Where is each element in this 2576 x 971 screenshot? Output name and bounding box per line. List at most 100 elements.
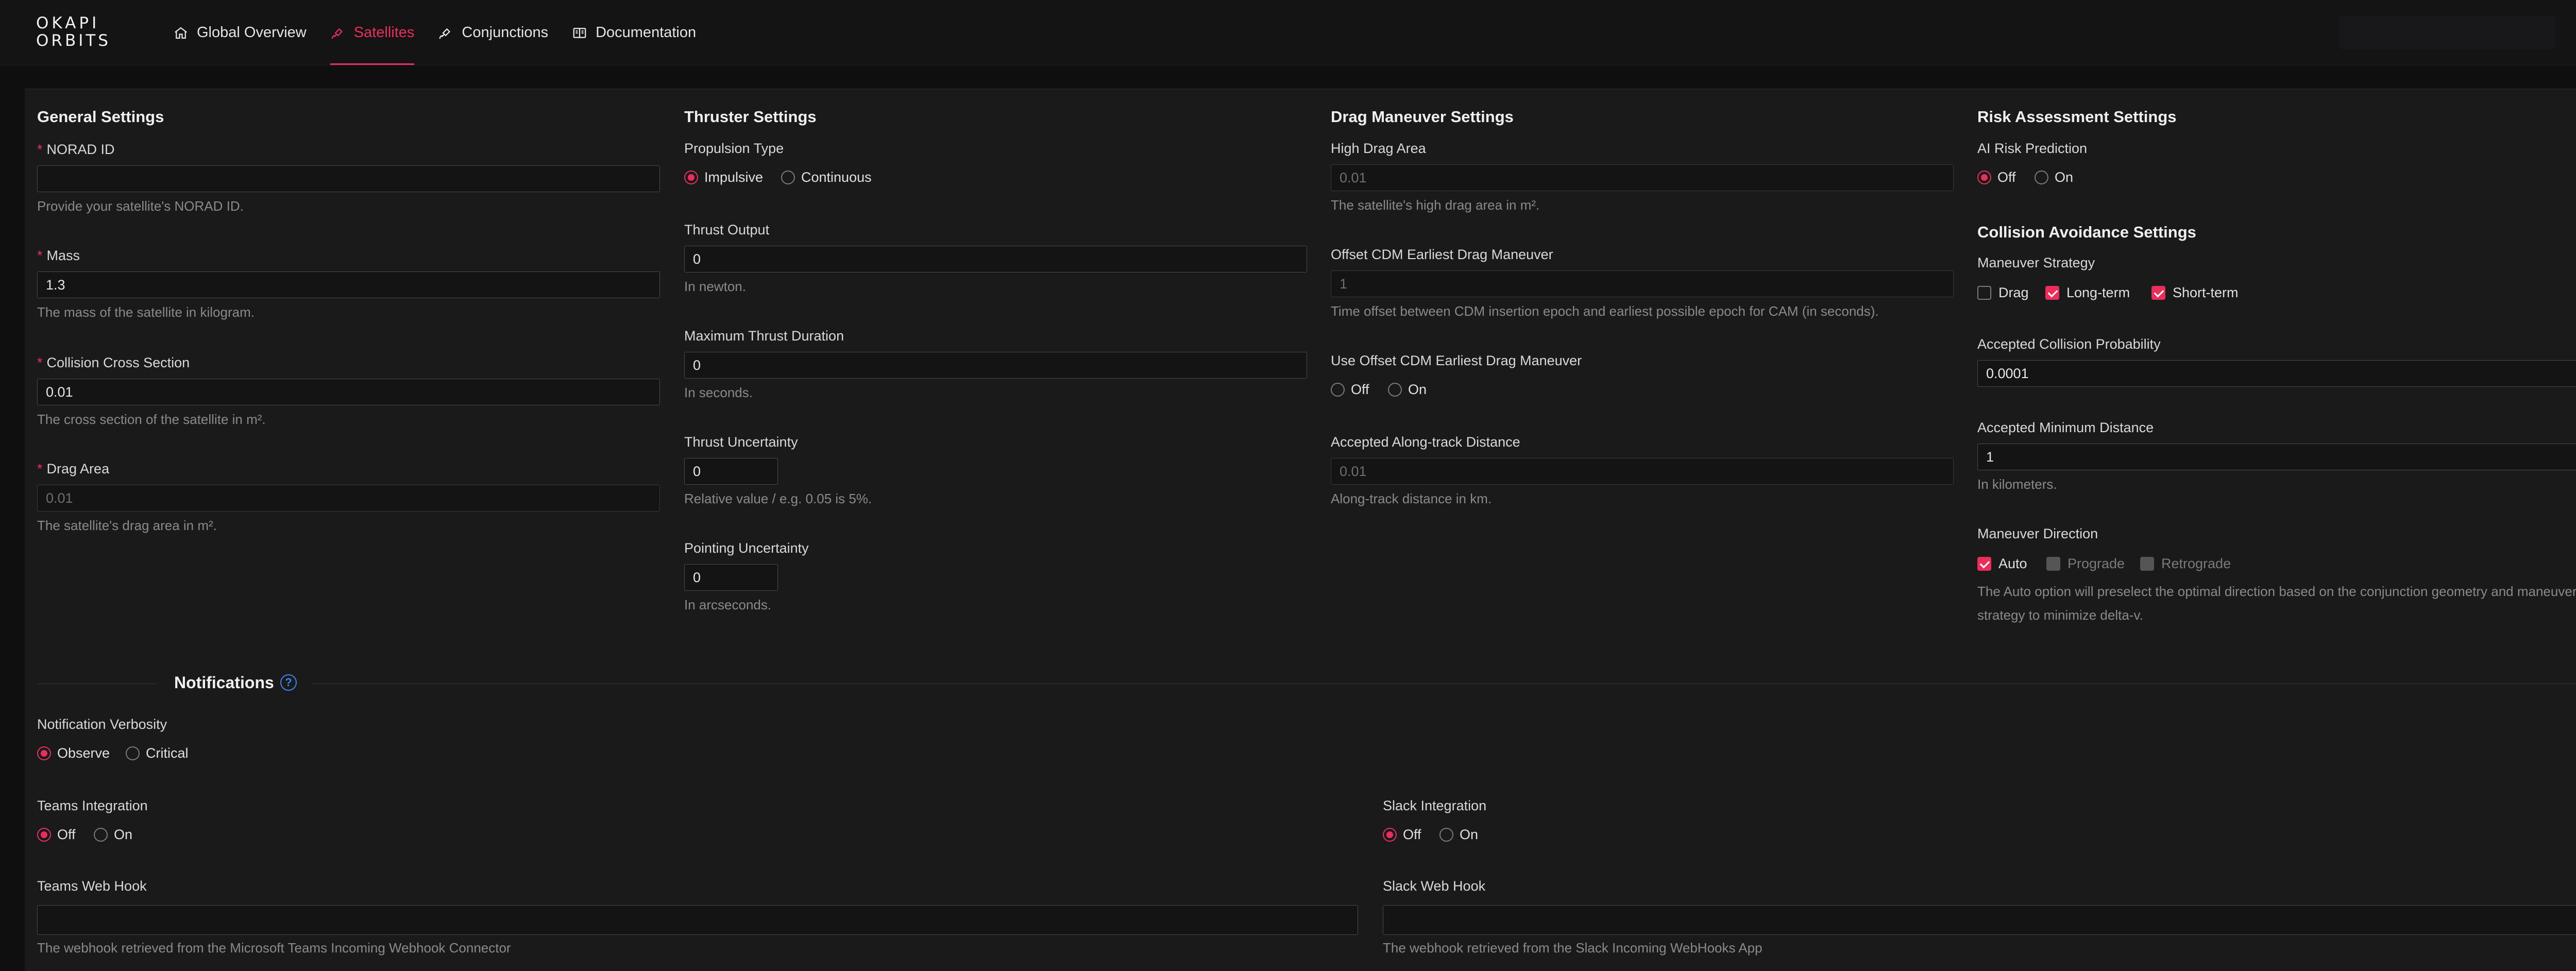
ai-risk-on-radio[interactable]: On — [2035, 169, 2073, 185]
accepted-minimum-distance-help: In kilometers. — [1977, 476, 2057, 492]
strategy-short-term-checkbox[interactable]: Short-term — [2151, 285, 2239, 301]
pointing-uncertainty-input[interactable] — [684, 564, 778, 591]
propulsion-continuous-radio[interactable]: Continuous — [781, 169, 872, 185]
checkbox-checked-icon — [2045, 286, 2059, 300]
satellite-settings-panel: General Settings * NORAD ID Provide your … — [25, 89, 2576, 971]
radio-empty-icon — [94, 828, 108, 842]
maneuver-strategy-label: Maneuver Strategy — [1977, 255, 2095, 270]
pointing-uncertainty-label: Pointing Uncertainty — [684, 540, 809, 556]
drag-area-label: * Drag Area — [37, 461, 110, 476]
nav-item-satellites[interactable]: Satellites — [330, 0, 415, 65]
direction-auto-checkbox[interactable]: Auto — [1977, 556, 2027, 572]
nav-item-global-overview[interactable]: Global Overview — [173, 0, 307, 65]
teams-web-hook-input[interactable] — [37, 905, 1358, 935]
offset-cdm-help: Time offset between CDM insertion epoch … — [1331, 303, 1879, 319]
book-icon — [573, 27, 586, 38]
cross-section-input[interactable] — [37, 379, 660, 405]
along-track-distance-input[interactable] — [1331, 458, 1954, 485]
offset-cdm-input[interactable] — [1331, 270, 1954, 297]
maneuver-direction-help: The Auto option will preselect the optim… — [1977, 584, 2576, 623]
radio-selected-icon — [1383, 828, 1397, 842]
direction-retrograde-checkbox[interactable]: Retrograde — [2140, 556, 2231, 572]
thrust-uncertainty-label: Thrust Uncertainty — [684, 434, 798, 450]
user-menu[interactable] — [2339, 15, 2555, 49]
verbosity-critical-radio[interactable]: Critical — [126, 745, 189, 761]
along-track-distance-label: Accepted Along-track Distance — [1331, 434, 1520, 450]
nav-item-documentation[interactable]: Documentation — [572, 0, 696, 65]
nav-label: Satellites — [353, 24, 415, 41]
radio-selected-icon — [684, 171, 698, 184]
radio-empty-icon — [126, 746, 140, 760]
use-offset-on-radio[interactable]: On — [1388, 382, 1427, 398]
notification-verbosity-label: Notification Verbosity — [37, 717, 167, 732]
nav-label: Documentation — [596, 24, 697, 41]
logo-line-1: OKAPI — [36, 14, 100, 32]
high-drag-area-input[interactable] — [1331, 164, 1954, 191]
thrust-output-label: Thrust Output — [684, 222, 770, 237]
cross-section-label: * Collision Cross Section — [37, 355, 190, 370]
risk-assessment-settings-title: Risk Assessment Settings — [1977, 108, 2177, 126]
accepted-collision-probability-input[interactable] — [1977, 360, 2576, 387]
teams-web-hook-help: The webhook retrieved from the Microsoft… — [37, 940, 511, 956]
maneuver-direction-label: Maneuver Direction — [1977, 526, 2098, 541]
slack-integration-label: Slack Integration — [1383, 798, 1487, 813]
top-navigation-bar: OKAPI ORBITS Global Overview Satellites … — [0, 0, 2576, 65]
radio-empty-icon — [2035, 171, 2048, 184]
collision-avoidance-settings-title: Collision Avoidance Settings — [1977, 223, 2196, 241]
ai-risk-prediction-label: AI Risk Prediction — [1977, 141, 2088, 156]
mass-input[interactable] — [37, 271, 660, 298]
thrust-output-input[interactable] — [684, 246, 1307, 272]
drag-area-input[interactable] — [37, 485, 660, 512]
slack-off-radio[interactable]: Off — [1383, 827, 1421, 843]
thruster-settings-title: Thruster Settings — [684, 108, 817, 126]
max-thrust-duration-input[interactable] — [684, 352, 1307, 379]
okapi-orbits-logo[interactable]: OKAPI ORBITS — [36, 15, 126, 49]
accepted-collision-probability-label: Accepted Collision Probability — [1977, 336, 2161, 352]
radio-empty-icon — [1439, 828, 1453, 842]
propulsion-impulsive-radio[interactable]: Impulsive — [684, 169, 763, 185]
general-settings-title: General Settings — [37, 108, 164, 126]
radio-empty-icon — [781, 171, 795, 184]
offset-cdm-label: Offset CDM Earliest Drag Maneuver — [1331, 247, 1553, 262]
thrust-uncertainty-help: Relative value / e.g. 0.05 is 5%. — [684, 491, 872, 506]
checkbox-checked-icon — [1977, 557, 1991, 571]
norad-id-label: * NORAD ID — [37, 142, 115, 157]
teams-off-radio[interactable]: Off — [37, 827, 76, 843]
radio-selected-icon — [37, 746, 51, 760]
nav-label: Global Overview — [197, 24, 307, 41]
strategy-drag-checkbox[interactable]: Drag — [1977, 285, 2029, 301]
main-nav: Global Overview Satellites Conjunctions … — [173, 0, 720, 65]
satellite-icon — [331, 28, 343, 39]
thrust-output-help: In newton. — [684, 279, 746, 294]
help-circle-icon[interactable]: ? — [280, 674, 297, 691]
nav-item-conjunctions[interactable]: Conjunctions — [438, 0, 548, 65]
norad-id-input[interactable] — [37, 165, 660, 192]
radio-selected-icon — [37, 828, 51, 842]
strategy-long-term-checkbox[interactable]: Long-term — [2045, 285, 2130, 301]
nav-label: Conjunctions — [462, 24, 549, 41]
use-offset-off-radio[interactable]: Off — [1331, 382, 1369, 398]
ai-risk-off-radio[interactable]: Off — [1977, 169, 2016, 185]
norad-id-help: Provide your satellite's NORAD ID. — [37, 198, 244, 214]
slack-web-hook-help: The webhook retrieved from the Slack Inc… — [1383, 940, 1762, 956]
max-thrust-duration-help: In seconds. — [684, 385, 753, 400]
verbosity-observe-radio[interactable]: Observe — [37, 745, 110, 761]
thrust-uncertainty-input[interactable] — [684, 458, 778, 485]
checkbox-empty-icon — [1977, 286, 1991, 300]
radio-empty-icon — [1331, 383, 1345, 397]
slack-web-hook-input[interactable] — [1383, 905, 2576, 935]
mass-label: * Mass — [37, 248, 80, 263]
slack-on-radio[interactable]: On — [1439, 827, 1478, 843]
teams-web-hook-label: Teams Web Hook — [37, 878, 147, 894]
pointing-uncertainty-help: In arcseconds. — [684, 597, 772, 612]
cross-section-help: The cross section of the satellite in m²… — [37, 412, 266, 427]
teams-on-radio[interactable]: On — [94, 827, 132, 843]
conjunction-icon — [439, 28, 451, 39]
high-drag-area-label: High Drag Area — [1331, 141, 1426, 156]
drag-maneuver-settings-title: Drag Maneuver Settings — [1331, 108, 1514, 126]
drag-area-help: The satellite's drag area in m². — [37, 518, 217, 533]
accepted-minimum-distance-input[interactable] — [1977, 444, 2576, 470]
checkbox-checked-icon — [2151, 286, 2165, 300]
mass-help: The mass of the satellite in kilogram. — [37, 304, 255, 320]
direction-prograde-checkbox[interactable]: Prograde — [2046, 556, 2125, 572]
